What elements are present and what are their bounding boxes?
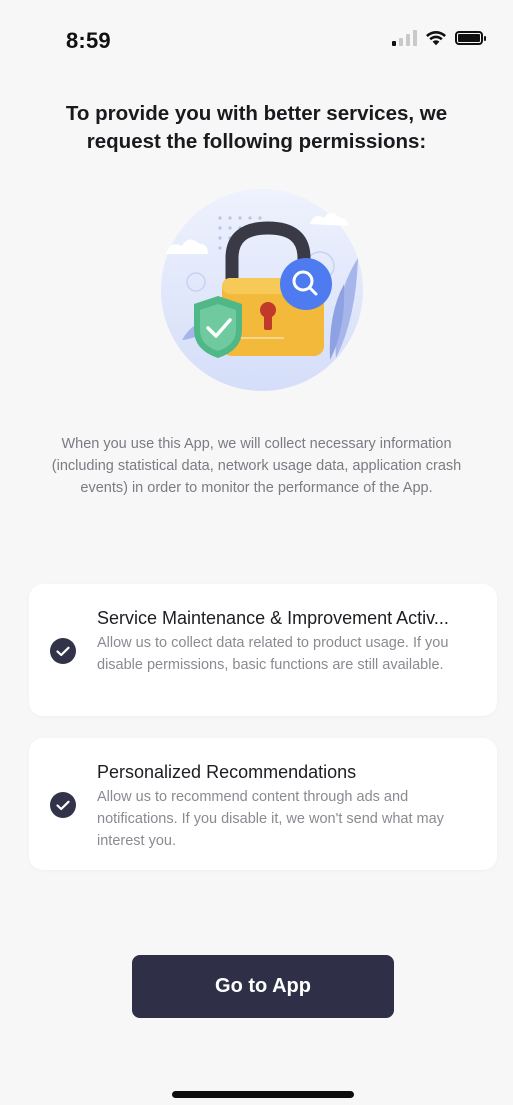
cellular-signal-icon (392, 30, 417, 46)
status-time: 8:59 (66, 28, 111, 53)
padlock-shield-search-illustration (160, 188, 364, 392)
permission-description: Allow us to recommend content through ad… (97, 789, 444, 849)
permission-title: Personalized Recommendations (97, 762, 357, 782)
permissions-screen: 8:59 To provide you with better services… (0, 0, 513, 1105)
home-indicator[interactable] (172, 1091, 354, 1098)
check-circle-icon[interactable] (50, 638, 76, 664)
status-bar: 8:59 (0, 0, 513, 80)
go-to-app-button[interactable]: Go to App (132, 955, 394, 1018)
permission-card-personalized-recommendations[interactable]: Personalized Recommendations Allow us to… (29, 738, 497, 870)
battery-icon (455, 31, 486, 45)
permission-description: Allow us to collect data related to prod… (97, 635, 449, 673)
page-title: To provide you with better services, we … (65, 102, 448, 153)
permission-title: Service Maintenance & Improvement Activ.… (97, 608, 449, 628)
search-badge (280, 258, 332, 310)
intro-text: When you use this App, we will collect n… (51, 436, 462, 496)
status-icons (392, 30, 486, 46)
permission-card-service-maintenance[interactable]: Service Maintenance & Improvement Activ.… (29, 584, 497, 716)
check-circle-icon[interactable] (50, 792, 76, 818)
wifi-icon (426, 31, 446, 46)
